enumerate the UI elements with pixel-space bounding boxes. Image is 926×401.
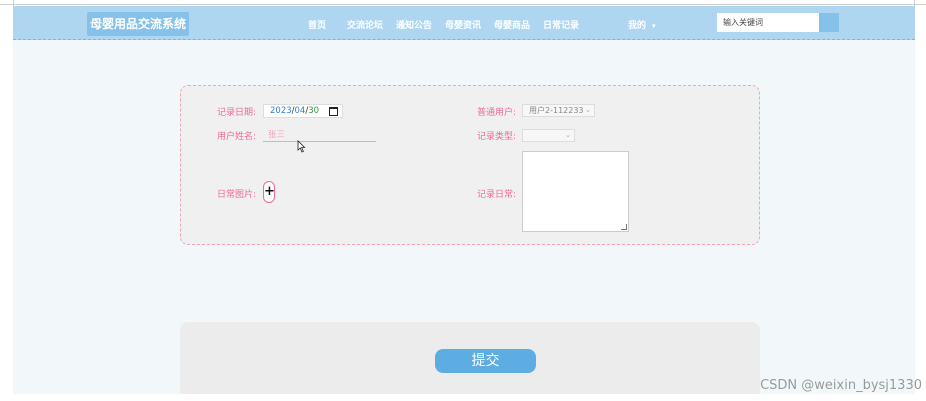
search-input[interactable] <box>717 13 819 32</box>
nav-home[interactable]: 首页 <box>308 18 326 31</box>
search-icon <box>819 13 839 32</box>
normal-user-value: 用户2-112233 <box>529 106 584 115</box>
user-name-label: 用户姓名: <box>217 132 257 142</box>
site-logo[interactable]: 母婴用品交流系统 <box>87 12 190 36</box>
record-date-input[interactable]: 2023/04/30 <box>263 104 343 118</box>
chevron-down-icon: ⌄ <box>565 131 571 139</box>
record-form-card: 记录日期: 2023/04/30 用户姓名: 张三 日常图片: + 普通用户: … <box>180 85 760 245</box>
record-type-select[interactable]: ⌄ <box>522 129 575 142</box>
normal-user-label: 普通用户: <box>477 108 517 118</box>
nav-notices[interactable]: 通知公告 <box>396 18 432 31</box>
top-guide-line <box>0 4 926 5</box>
date-day: 30 <box>308 106 320 116</box>
nav-user-menu[interactable]: 我的 ▾ <box>628 18 656 31</box>
watermark: CSDN @weixin_bysj1330 <box>760 378 922 393</box>
date-year: 2023 <box>270 106 292 116</box>
page: 母婴用品交流系统 首页 交流论坛 通知公告 母婴资讯 母婴商品 日常记录 我的 ▾… <box>13 6 915 394</box>
resize-handle-icon[interactable] <box>621 224 627 230</box>
daily-record-textarea[interactable] <box>522 151 629 232</box>
navbar: 母婴用品交流系统 首页 交流论坛 通知公告 母婴资讯 母婴商品 日常记录 我的 ▾ <box>13 6 915 40</box>
user-menu-label: 我的 <box>628 21 647 31</box>
mouse-cursor-icon <box>297 140 306 153</box>
daily-record-label: 记录日常: <box>477 190 517 200</box>
record-type-label: 记录类型: <box>477 132 517 142</box>
nav-news[interactable]: 母婴资讯 <box>445 18 481 31</box>
record-date-label: 记录日期: <box>217 108 257 118</box>
calendar-icon[interactable] <box>329 107 338 116</box>
normal-user-select[interactable]: 用户2-112233 ⌄ <box>522 104 595 117</box>
photo-label: 日常图片: <box>217 190 257 200</box>
nav-products[interactable]: 母婴商品 <box>494 18 530 31</box>
user-name-field[interactable]: 张三 <box>263 129 376 142</box>
chevron-down-icon: ⌄ <box>585 106 591 114</box>
chevron-down-icon: ▾ <box>652 22 656 30</box>
date-month: 04 <box>294 106 306 116</box>
nav-forum[interactable]: 交流论坛 <box>347 18 383 31</box>
submit-button[interactable]: 提交 <box>435 349 536 373</box>
search-button[interactable] <box>819 13 839 32</box>
submit-area: 提交 <box>180 322 760 394</box>
add-photo-button[interactable]: + <box>263 181 275 203</box>
nav-daily-records[interactable]: 日常记录 <box>543 18 579 31</box>
